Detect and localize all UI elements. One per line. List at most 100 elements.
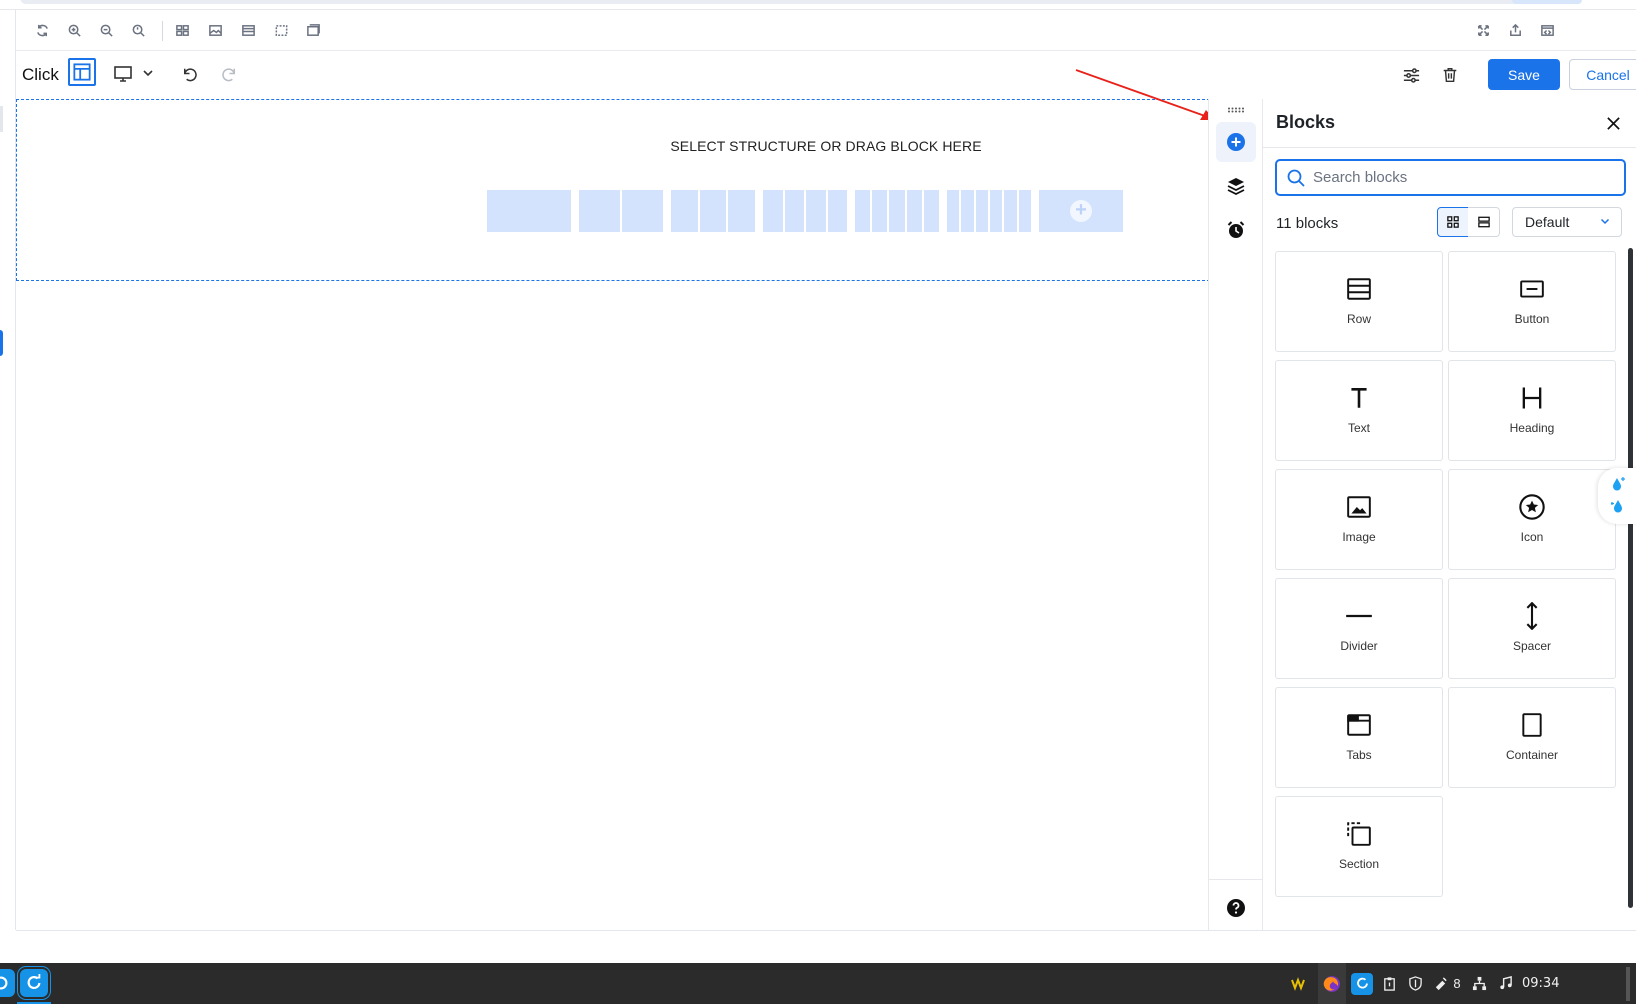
sort-dropdown-value: Default	[1525, 214, 1570, 230]
zoom-out-icon[interactable]	[94, 18, 118, 42]
layers-button[interactable]	[1216, 166, 1256, 206]
block-label: Spacer	[1512, 639, 1552, 653]
block-section[interactable]: Section	[1275, 796, 1443, 897]
editor-footer	[16, 930, 1636, 963]
structure-5-columns[interactable]	[855, 190, 940, 232]
history-button[interactable]	[1216, 210, 1256, 250]
fullscreen-icon[interactable]	[1471, 18, 1495, 42]
taskbar-app-active[interactable]	[17, 966, 51, 1000]
code-view-icon[interactable]	[1535, 18, 1559, 42]
structure-4-columns[interactable]	[763, 190, 847, 232]
undo-icon	[183, 67, 197, 81]
add-custom-structure-button[interactable]: +	[1039, 190, 1123, 232]
block-label: Tabs	[1346, 748, 1372, 762]
device-dropdown-button[interactable]	[140, 63, 156, 83]
water-drop-icon	[1611, 500, 1622, 513]
monitor-icon	[114, 66, 132, 82]
block-label: Icon	[1520, 530, 1544, 544]
panel-scrollbar[interactable]	[1628, 248, 1633, 908]
toolbar-separator	[162, 21, 163, 41]
divider-icon	[1344, 601, 1374, 631]
block-divider[interactable]: Divider	[1275, 578, 1443, 679]
editor-toolbar-main: Click Save Cancel	[16, 51, 1636, 99]
clock[interactable]: 09:34	[1522, 963, 1559, 1004]
grid-icon[interactable]	[170, 18, 194, 42]
structure-1-column[interactable]	[487, 190, 571, 232]
structure-6-columns[interactable]	[947, 190, 1031, 232]
editor-toolbar-top	[16, 10, 1636, 51]
text-icon	[1344, 383, 1374, 413]
alarm-clock-icon	[1227, 221, 1245, 238]
block-label: Divider	[1340, 639, 1378, 653]
export-icon[interactable]	[1503, 18, 1527, 42]
header-block-icon[interactable]	[236, 18, 260, 42]
block-button[interactable]: Button	[1448, 251, 1616, 352]
blocks-panel: Blocks 11 blocks Default Row	[1263, 99, 1636, 931]
save-button[interactable]: Save	[1488, 59, 1560, 90]
block-text[interactable]: Text	[1275, 360, 1443, 461]
close-icon	[1606, 116, 1620, 130]
list-view-toggle[interactable]	[1468, 207, 1500, 237]
structure-2-columns[interactable]	[579, 190, 663, 232]
network-tray-icon[interactable]	[1468, 963, 1490, 1004]
notification-tray-icon[interactable]	[1430, 963, 1450, 1004]
panel-divider	[1263, 147, 1636, 148]
vpn-tray-icon[interactable]	[1286, 963, 1310, 1004]
undo-button[interactable]	[176, 61, 202, 87]
block-icon[interactable]: Icon	[1448, 469, 1616, 570]
image-icon	[1344, 492, 1374, 522]
refresh-icon[interactable]	[30, 18, 54, 42]
block-row[interactable]: Row	[1275, 251, 1443, 352]
close-panel-button[interactable]	[1601, 111, 1625, 135]
block-label: Heading	[1509, 421, 1555, 435]
zoom-in-icon[interactable]	[62, 18, 86, 42]
sync-app-icon	[27, 974, 41, 990]
block-spacer[interactable]: Spacer	[1448, 578, 1616, 679]
layout-view-button[interactable]	[68, 58, 96, 86]
block-tabs[interactable]: Tabs	[1275, 687, 1443, 788]
picture-icon[interactable]	[203, 18, 227, 42]
settings-button[interactable]	[1398, 62, 1424, 88]
sync-tray-icon[interactable]	[1349, 963, 1375, 1004]
editor-canvas[interactable]: SELECT STRUCTURE OR DRAG BLOCK HERE +	[16, 99, 1210, 931]
block-heading[interactable]: Heading	[1448, 360, 1616, 461]
left-rail-active-marker[interactable]	[0, 330, 3, 356]
firefox-tray-icon[interactable]	[1318, 963, 1346, 1004]
clipboard-tray-icon[interactable]	[1378, 963, 1400, 1004]
structure-3-columns[interactable]	[671, 190, 756, 232]
star-circle-icon	[1517, 492, 1547, 522]
shield-tray-icon[interactable]	[1404, 963, 1426, 1004]
select-area-icon[interactable]	[269, 18, 293, 42]
layers-stack-icon[interactable]	[301, 18, 325, 42]
structure-drop-zone[interactable]: SELECT STRUCTURE OR DRAG BLOCK HERE +	[16, 99, 1210, 281]
panel-icon-rail	[1208, 99, 1264, 931]
block-label: Row	[1346, 312, 1371, 326]
cancel-button[interactable]: Cancel	[1569, 59, 1636, 90]
delete-button[interactable]	[1437, 62, 1463, 88]
block-image[interactable]: Image	[1275, 469, 1443, 570]
block-label: Image	[1342, 530, 1376, 544]
layers-icon	[1227, 178, 1245, 196]
grid-view-toggle[interactable]	[1437, 207, 1469, 237]
row-icon	[1344, 274, 1374, 304]
chevron-down-icon	[1600, 218, 1610, 225]
zoom-reset-icon[interactable]	[126, 18, 150, 42]
floating-widget[interactable]	[1598, 468, 1636, 524]
volume-tray-icon[interactable]	[1494, 963, 1516, 1004]
search-field[interactable]	[1275, 159, 1626, 196]
block-container[interactable]: Container	[1448, 687, 1616, 788]
help-button[interactable]	[1216, 888, 1256, 928]
block-label: Container	[1505, 748, 1559, 762]
drag-handle-icon[interactable]	[1227, 107, 1245, 113]
show-desktop-button[interactable]	[1626, 967, 1630, 1001]
water-drop-icon	[1613, 477, 1625, 491]
add-blocks-button[interactable]	[1216, 122, 1256, 162]
sort-dropdown[interactable]: Default	[1512, 207, 1622, 237]
redo-button[interactable]	[216, 61, 242, 87]
desktop-preview-button[interactable]	[110, 61, 136, 87]
taskbar-app-partial[interactable]	[0, 966, 18, 1000]
plus-circle-icon: +	[1070, 200, 1092, 222]
heading-icon	[1517, 383, 1547, 413]
search-input[interactable]	[1313, 169, 1603, 186]
sliders-icon	[1403, 67, 1419, 83]
